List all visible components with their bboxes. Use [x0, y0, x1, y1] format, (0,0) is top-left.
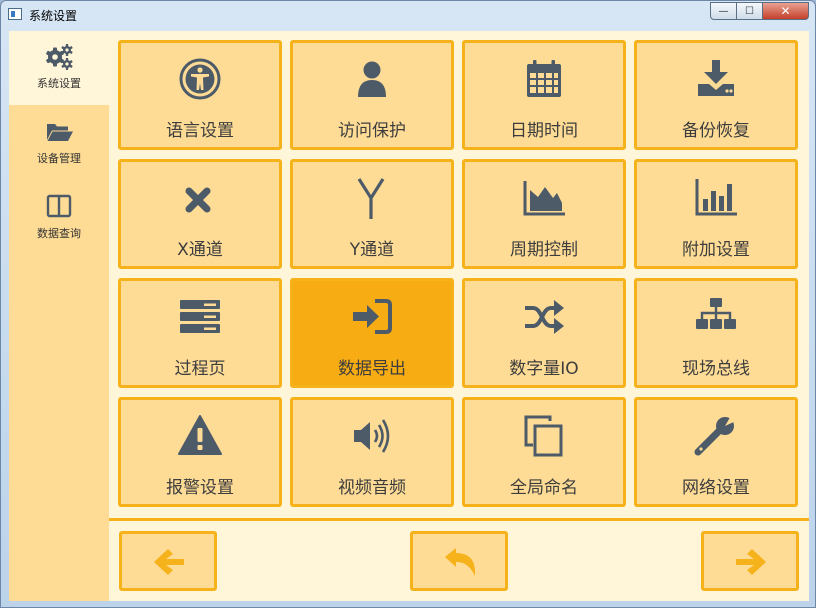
sitemap-icon — [696, 298, 736, 329]
sidebar: 系统设置 设备管理 数据查询 — [9, 31, 109, 601]
tile-label: X通道 — [177, 240, 223, 260]
minimize-button[interactable]: — — [710, 2, 737, 20]
area-chart-icon — [523, 181, 565, 216]
window-title: 系统设置 — [29, 9, 78, 23]
tile-video-audio[interactable]: 视频音频 — [290, 397, 454, 507]
server-icon — [180, 300, 220, 333]
tile-label: Y通道 — [349, 240, 395, 260]
tile-process-page[interactable]: 过程页 — [118, 278, 282, 388]
copy-icon — [524, 415, 563, 457]
tile-label: 全局命名 — [510, 478, 578, 498]
sidebar-item-label: 设备管理 — [37, 152, 81, 165]
warning-icon — [178, 415, 222, 455]
user-icon — [358, 61, 386, 97]
columns-icon — [46, 194, 72, 218]
tile-date-time[interactable]: 日期时间 — [462, 40, 626, 150]
next-page-button[interactable] — [701, 531, 799, 591]
y-letter-icon — [357, 178, 385, 219]
tile-label: 现场总线 — [682, 359, 750, 379]
divider — [109, 518, 809, 521]
sidebar-item-label: 数据查询 — [37, 227, 81, 240]
app-window-icon — [8, 8, 22, 20]
tile-label: 数据导出 — [338, 359, 406, 379]
maximize-button[interactable]: ☐ — [737, 2, 763, 20]
tile-label: 附加设置 — [682, 240, 750, 260]
wrench-icon — [694, 414, 738, 456]
tile-data-export[interactable]: 数据导出 — [290, 278, 454, 388]
sidebar-item-device-management[interactable]: 设备管理 — [9, 106, 109, 180]
calendar-icon — [527, 60, 561, 97]
tile-network-settings[interactable]: 网络设置 — [634, 397, 798, 507]
tile-digital-io[interactable]: 数字量IO — [462, 278, 626, 388]
tile-label: 访问保护 — [338, 121, 406, 141]
tile-label: 数字量IO — [509, 359, 579, 379]
tile-y-channel[interactable]: Y通道 — [290, 159, 454, 269]
tile-label: 语言设置 — [166, 121, 234, 141]
sidebar-item-data-query[interactable]: 数据查询 — [9, 181, 109, 255]
accessibility-icon — [179, 58, 221, 100]
tile-global-naming[interactable]: 全局命名 — [462, 397, 626, 507]
tile-fieldbus[interactable]: 现场总线 — [634, 278, 798, 388]
settings-grid: 语言设置 访问保护 日期时间 备份恢复 X通道 Y通道 周期控制 附加设置 过程… — [109, 31, 809, 519]
tile-language-settings[interactable]: 语言设置 — [118, 40, 282, 150]
window-controls: — ☐ ✕ — [710, 2, 809, 20]
sidebar-item-label: 系统设置 — [37, 77, 81, 90]
prev-page-button[interactable] — [119, 531, 217, 591]
sign-in-icon — [353, 299, 392, 334]
tile-backup-restore[interactable]: 备份恢复 — [634, 40, 798, 150]
tile-label: 日期时间 — [510, 121, 578, 141]
tile-label: 备份恢复 — [682, 121, 750, 141]
tile-additional-settings[interactable]: 附加设置 — [634, 159, 798, 269]
arrow-left-icon — [154, 549, 184, 575]
sidebar-item-system-settings[interactable]: 系统设置 — [9, 31, 109, 105]
back-button[interactable] — [410, 531, 508, 591]
tile-label: 视频音频 — [338, 478, 406, 498]
title-bar[interactable]: 系统设置 — ☐ ✕ — [1, 1, 815, 29]
tile-alarm-settings[interactable]: 报警设置 — [118, 397, 282, 507]
download-drive-icon — [698, 60, 734, 96]
tile-cycle-control[interactable]: 周期控制 — [462, 159, 626, 269]
x-icon — [185, 187, 211, 213]
tile-label: 周期控制 — [510, 240, 578, 260]
random-icon — [525, 300, 564, 334]
folder-open-icon — [47, 124, 73, 141]
tile-label: 网络设置 — [682, 478, 750, 498]
gears-icon — [46, 44, 73, 70]
tile-access-protection[interactable]: 访问保护 — [290, 40, 454, 150]
bar-chart-icon — [695, 179, 737, 216]
client-area: 系统设置 设备管理 数据查询 语言设置 访问保护 日期时间 备份恢复 X通道 Y… — [9, 31, 809, 601]
tile-x-channel[interactable]: X通道 — [118, 159, 282, 269]
arrow-right-icon — [736, 549, 766, 575]
app-window: 系统设置 — ☐ ✕ 系统设置 设备管理 数据查询 语言设置 访问保护 日期时间… — [0, 0, 816, 608]
tile-label: 报警设置 — [166, 478, 234, 498]
close-button[interactable]: ✕ — [763, 2, 809, 20]
tile-label: 过程页 — [174, 359, 226, 379]
volume-icon — [354, 419, 390, 453]
reply-icon — [445, 548, 476, 576]
